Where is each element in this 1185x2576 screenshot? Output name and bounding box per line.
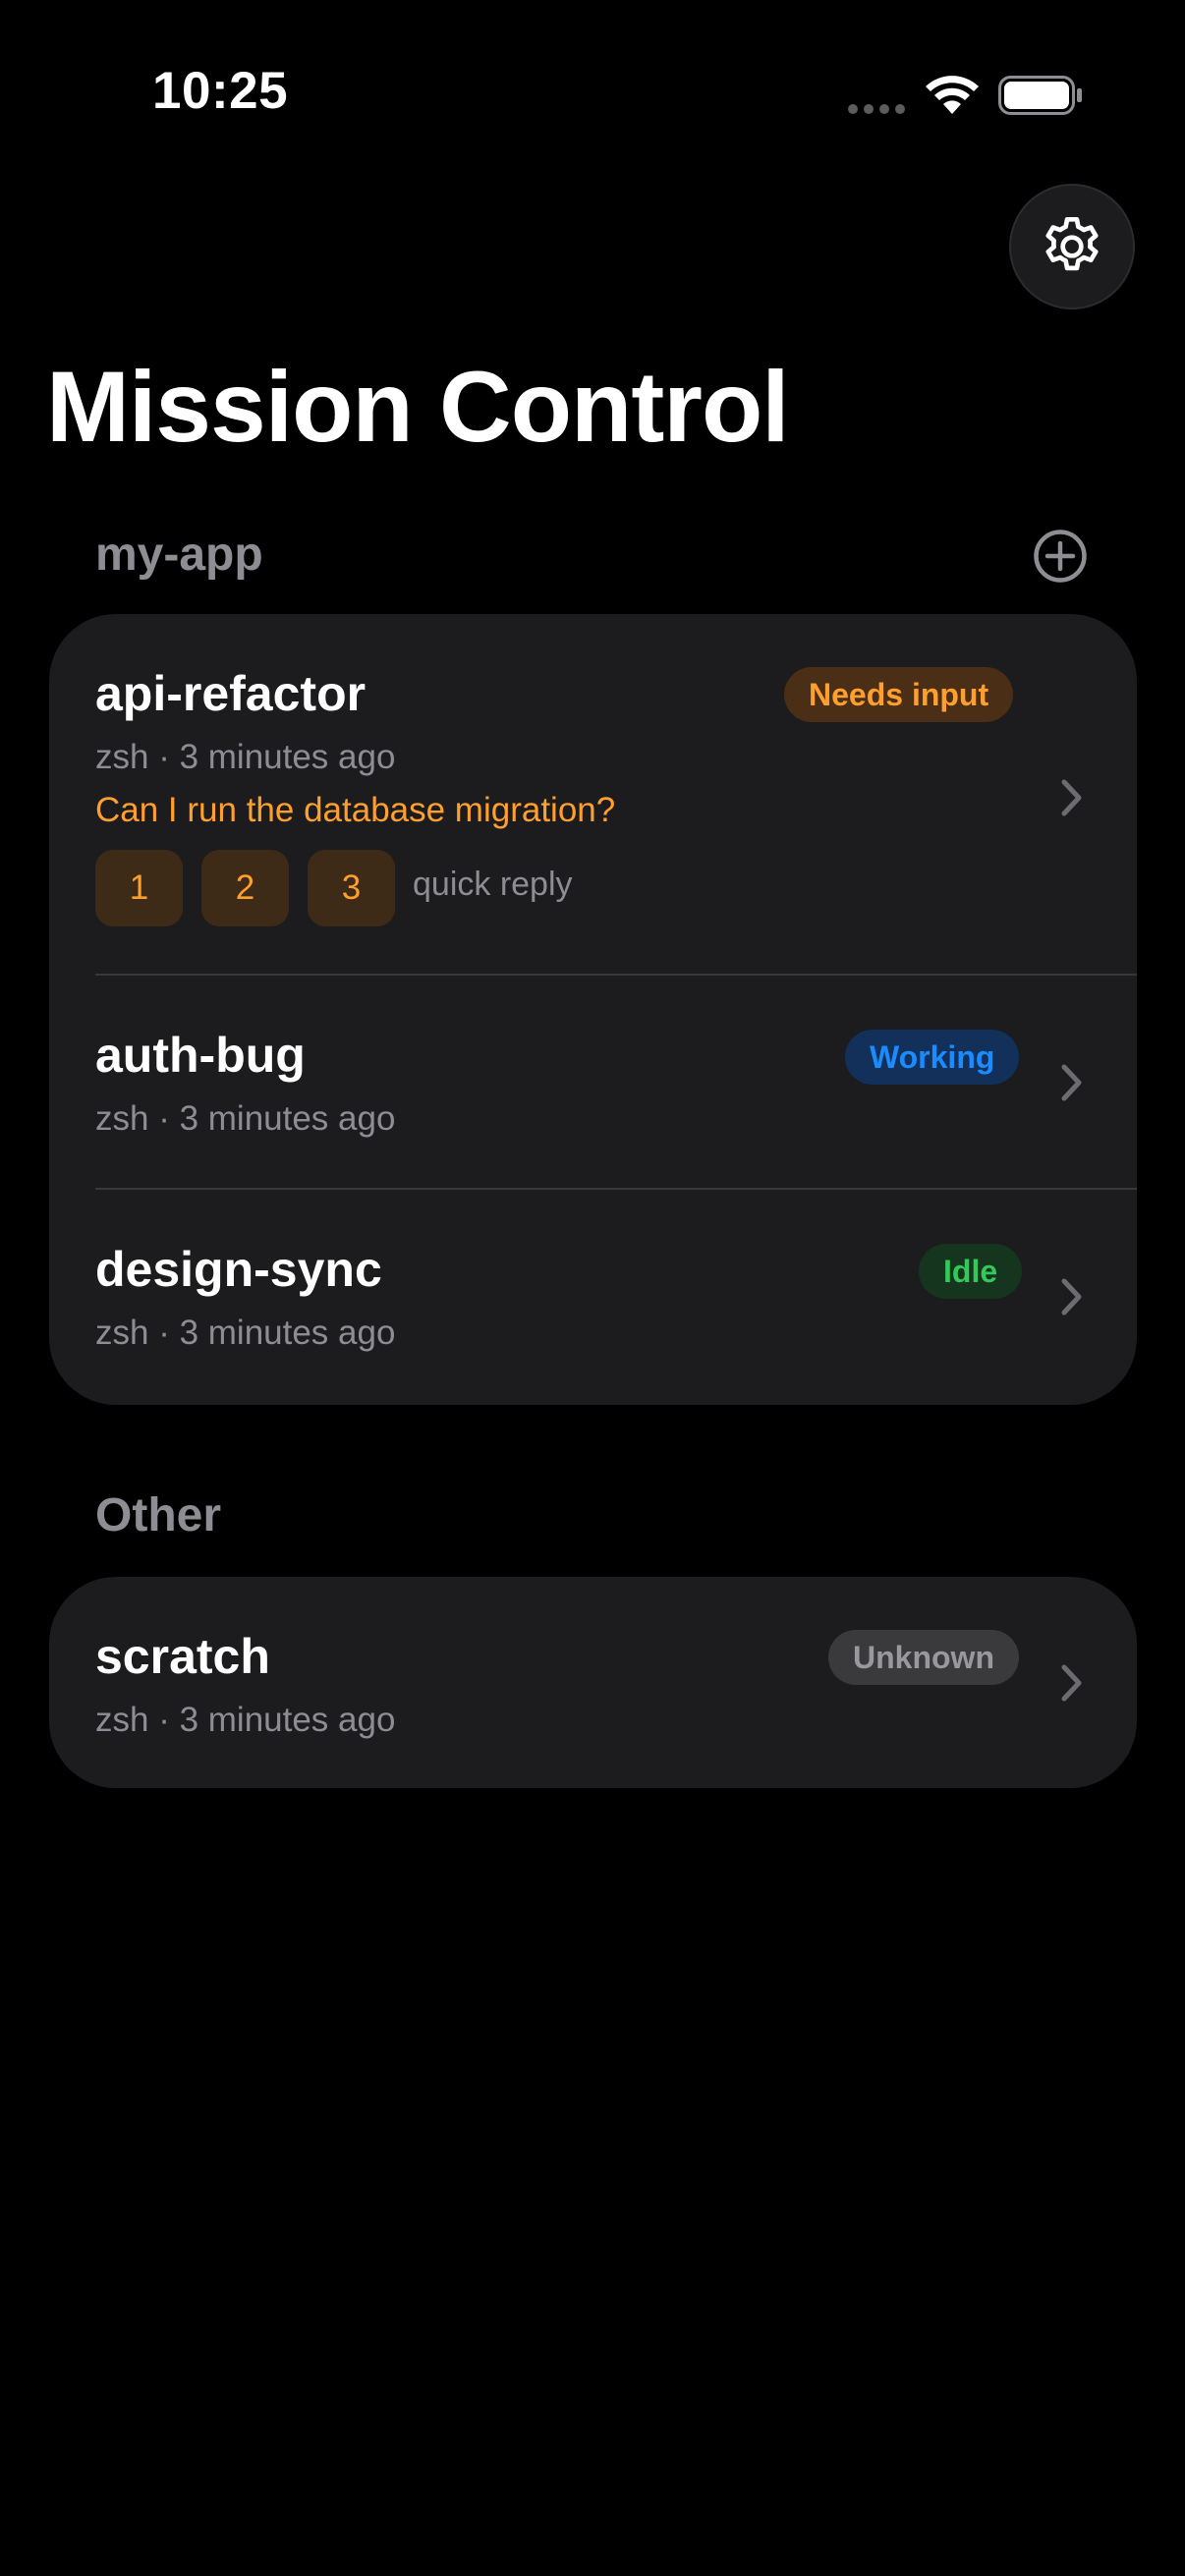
session-row-scratch[interactable]: scratch Unknown zsh · 3 minutes ago	[49, 1577, 1137, 1788]
quick-reply-button-1[interactable]: 1	[95, 850, 183, 926]
quick-reply-label: quick reply	[413, 866, 573, 903]
chevron-right-icon	[1061, 1278, 1082, 1316]
session-subtitle: zsh · 3 minutes ago	[95, 1314, 396, 1352]
session-subtitle: zsh · 3 minutes ago	[95, 738, 396, 776]
quick-reply-button-2[interactable]: 2	[201, 850, 289, 926]
wifi-icon	[926, 76, 979, 114]
plus-circle-icon[interactable]	[1033, 529, 1088, 584]
session-subtitle: zsh · 3 minutes ago	[95, 1701, 396, 1739]
gear-icon	[1045, 216, 1099, 271]
section-card-other: scratch Unknown zsh · 3 minutes ago	[49, 1577, 1137, 1788]
page-title: Mission Control	[46, 351, 790, 463]
chevron-right-icon	[1061, 779, 1082, 816]
settings-button[interactable]	[1009, 184, 1135, 309]
session-question: Can I run the database migration?	[95, 791, 616, 829]
status-badge: Idle	[919, 1244, 1023, 1299]
session-name: design-sync	[95, 1242, 382, 1297]
quick-reply-button-3[interactable]: 3	[308, 850, 395, 926]
session-subtitle: zsh · 3 minutes ago	[95, 1099, 396, 1138]
session-name: scratch	[95, 1629, 270, 1684]
status-badge: Needs input	[784, 667, 1014, 722]
section-card-my-app: api-refactor Needs input zsh · 3 minutes…	[49, 614, 1137, 1405]
session-name: auth-bug	[95, 1028, 306, 1083]
section-header-my-app: my-app	[95, 529, 263, 581]
cellular-signal-icon	[848, 104, 905, 114]
session-name: api-refactor	[95, 666, 367, 721]
battery-icon	[998, 76, 1082, 115]
chevron-right-icon	[1061, 1064, 1082, 1101]
status-badge: Working	[845, 1030, 1020, 1085]
section-header-other: Other	[95, 1489, 222, 1541]
status-badge: Unknown	[828, 1630, 1019, 1685]
chevron-right-icon	[1061, 1664, 1082, 1702]
session-row-design-sync[interactable]: design-sync Idle zsh · 3 minutes ago	[49, 1190, 1137, 1405]
session-row-auth-bug[interactable]: auth-bug Working zsh · 3 minutes ago	[49, 976, 1137, 1188]
status-bar: 10:25	[0, 0, 1185, 196]
status-time: 10:25	[152, 62, 289, 120]
